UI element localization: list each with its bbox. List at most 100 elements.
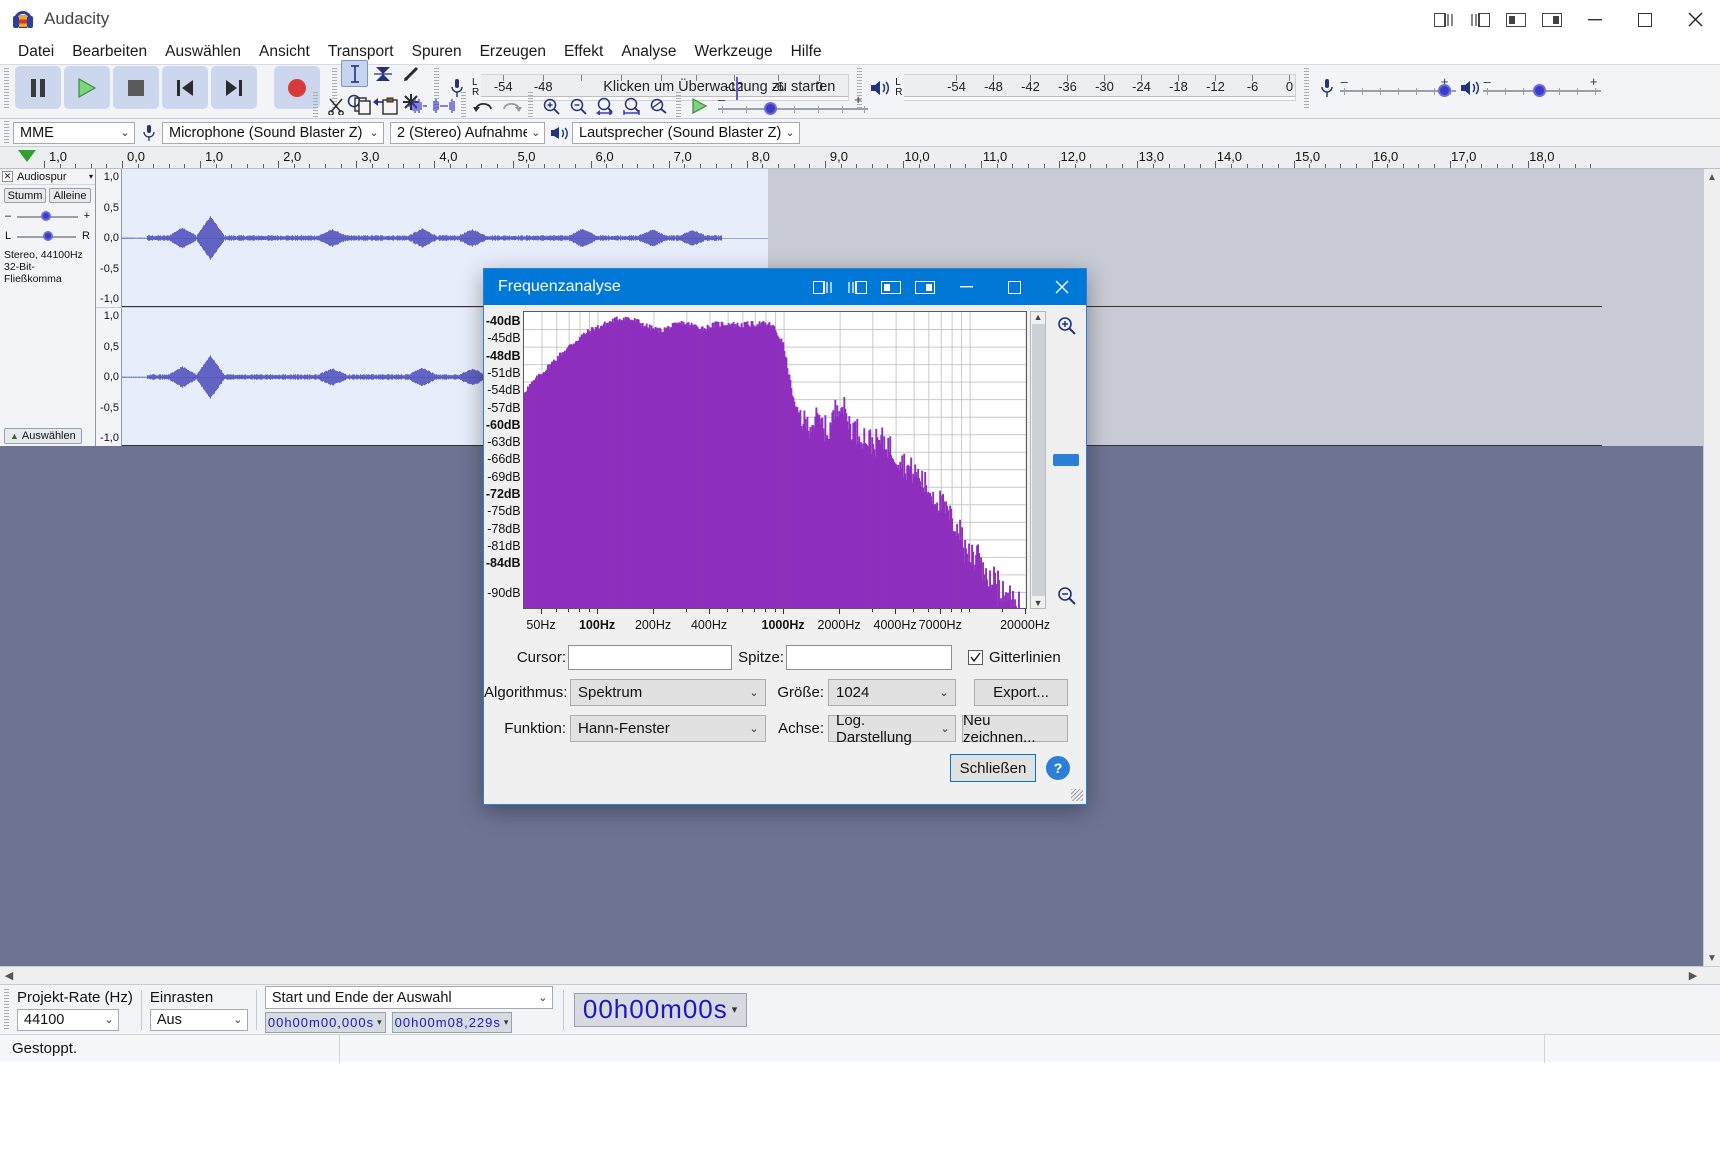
snap-layout-dock-right-icon[interactable] <box>1534 0 1570 39</box>
snap-layout-right-icon[interactable] <box>1462 0 1498 39</box>
menu-item-effekt[interactable]: Effekt <box>555 41 612 63</box>
gain-slider[interactable] <box>17 208 78 224</box>
gridlines-checkbox-box[interactable] <box>968 650 983 665</box>
play-at-speed-icon[interactable] <box>685 92 712 119</box>
scroll-down-arrow-icon[interactable]: ▼ <box>1034 598 1043 608</box>
device-toolbar-grip[interactable] <box>2 120 11 145</box>
vertical-scrollbar[interactable]: ▲ ▼ <box>1703 169 1720 984</box>
trim-audio-icon[interactable] <box>403 92 430 119</box>
undo-icon[interactable] <box>470 92 497 119</box>
cursor-field[interactable] <box>568 645 732 670</box>
recording-device-dropdown[interactable]: Microphone (Sound Blaster Z) ⌄ <box>162 121 384 144</box>
vertical-ruler-right-channel[interactable]: 1,0 0,5 0,0 -0,5 -1,0 <box>96 308 122 446</box>
peak-field[interactable] <box>786 645 952 670</box>
envelope-tool-icon[interactable] <box>369 60 396 87</box>
scroll-left-arrow-icon[interactable]: ◀ <box>0 969 18 982</box>
zoom-toggle-icon[interactable] <box>645 92 672 119</box>
frequency-analysis-dialog[interactable]: Frequenzanalyse -40dB -45dB -48dB -51dB … <box>483 268 1087 805</box>
play-region-indicator-icon[interactable] <box>18 150 36 162</box>
zoom-out-icon[interactable] <box>1054 583 1078 607</box>
algorithm-dropdown[interactable]: Spektrum ⌄ <box>570 679 766 706</box>
window-minimize-button[interactable] <box>1570 0 1620 39</box>
zoom-in-icon[interactable] <box>1054 313 1078 337</box>
snap-layout-left-icon[interactable] <box>806 269 840 305</box>
replot-button[interactable]: Neu zeichnen... <box>962 712 1068 746</box>
paste-icon[interactable] <box>376 92 403 119</box>
chevron-down-icon[interactable]: ▾ <box>732 1003 739 1016</box>
dialog-maximize-button[interactable] <box>990 269 1038 305</box>
dialog-minimize-button[interactable] <box>942 269 990 305</box>
window-close-button[interactable] <box>1670 0 1720 39</box>
axis-dropdown[interactable]: Log. Darstellung ⌄ <box>828 712 956 746</box>
menu-item-erzeugen[interactable]: Erzeugen <box>471 41 555 63</box>
pause-button[interactable] <box>15 66 61 109</box>
audio-position-display[interactable]: 00h00m00s ▾ <box>573 992 748 1027</box>
spectrum-plot[interactable] <box>522 311 1027 609</box>
dialog-resize-grip[interactable] <box>1071 789 1083 801</box>
snap-dropdown[interactable]: Aus ⌄ <box>149 1008 248 1031</box>
menu-item-werkzeuge[interactable]: Werkzeuge <box>685 41 781 63</box>
mute-button[interactable]: Stumm <box>4 188 46 203</box>
export-button[interactable]: Export... <box>974 679 1068 706</box>
selection-tool-icon[interactable] <box>341 60 368 87</box>
snap-layout-right-icon[interactable] <box>840 269 874 305</box>
skip-to-end-button[interactable] <box>211 66 257 109</box>
recording-volume-slider[interactable]: – + <box>1340 74 1457 100</box>
pan-slider[interactable] <box>17 228 77 244</box>
edit-toolbar-grip[interactable] <box>311 92 320 119</box>
plot-zoom-slider[interactable] <box>1053 454 1080 466</box>
dialog-close-button[interactable] <box>1038 269 1086 305</box>
selection-toolbar-grip[interactable] <box>2 988 11 1031</box>
playback-meter-bar[interactable]: -54 -48 -42 -36 -30 -24 -18 -12 -6 0 <box>904 74 1297 101</box>
undo-redo-grip[interactable] <box>459 92 468 119</box>
draw-tool-icon[interactable] <box>397 60 424 87</box>
vertical-ruler-left-channel[interactable]: 1,0 0,5 0,0 -0,5 -1,0 <box>96 169 122 307</box>
stop-button[interactable] <box>113 66 159 109</box>
fit-selection-icon[interactable] <box>591 92 618 119</box>
menu-item-auswhlen[interactable]: Auswählen <box>156 41 250 63</box>
speaker-icon[interactable] <box>866 74 893 101</box>
playback-volume-slider[interactable]: – + <box>1483 74 1602 100</box>
function-dropdown[interactable]: Hann-Fenster ⌄ <box>570 715 766 742</box>
cut-icon[interactable] <box>322 92 349 119</box>
zoom-out-icon[interactable] <box>564 92 591 119</box>
mixer-toolbar-grip[interactable] <box>1302 67 1312 108</box>
snap-layout-dock-left-icon[interactable] <box>874 269 908 305</box>
track-menu-chevron-icon[interactable]: ▾ <box>89 172 93 181</box>
window-maximize-button[interactable] <box>1620 0 1670 39</box>
silence-audio-icon[interactable] <box>430 92 457 119</box>
horizontal-scrollbar[interactable]: ◀ ▶ <box>0 966 1720 984</box>
snap-layout-left-icon[interactable] <box>1426 0 1462 39</box>
transport-toolbar-grip[interactable] <box>2 67 11 108</box>
snap-layout-dock-left-icon[interactable] <box>1498 0 1534 39</box>
redo-icon[interactable] <box>497 92 524 119</box>
playback-meter-toolbar[interactable]: LR -54 -48 -42 -36 -30 -24 -18 -12 -6 0 <box>866 74 1297 101</box>
menu-item-ansicht[interactable]: Ansicht <box>250 41 319 63</box>
menu-item-bearbeiten[interactable]: Bearbeiten <box>63 41 156 63</box>
project-rate-dropdown[interactable]: 44100 ⌄ <box>17 1008 119 1031</box>
close-track-button[interactable]: ✕ <box>2 171 13 182</box>
audio-host-dropdown[interactable]: MME ⌄ <box>13 121 135 144</box>
select-track-button[interactable]: ▲ Auswählen <box>4 428 82 444</box>
zoom-in-icon[interactable] <box>537 92 564 119</box>
menu-item-datei[interactable]: Datei <box>9 41 63 63</box>
chevron-down-icon[interactable]: ▾ <box>377 1017 383 1028</box>
scroll-down-arrow-icon[interactable]: ▼ <box>1704 950 1720 967</box>
fit-project-icon[interactable] <box>618 92 645 119</box>
skip-to-start-button[interactable] <box>162 66 208 109</box>
scroll-right-arrow-icon[interactable]: ▶ <box>1684 969 1702 982</box>
scroll-up-arrow-icon[interactable]: ▲ <box>1034 312 1043 322</box>
recording-channels-dropdown[interactable]: 2 (Stereo) Aufnahmek ⌄ <box>390 121 545 144</box>
plot-vertical-scrollbar[interactable]: ▲ ▼ <box>1029 311 1047 609</box>
size-dropdown[interactable]: 1024 ⌄ <box>828 679 956 706</box>
selection-start-time[interactable]: 00h00m00,000s ▾ <box>264 1012 386 1033</box>
snap-layout-dock-right-icon[interactable] <box>908 269 942 305</box>
menu-item-analyse[interactable]: Analyse <box>612 41 685 63</box>
playback-speed-slider[interactable]: – + <box>718 92 868 118</box>
solo-button[interactable]: Alleine <box>49 188 91 203</box>
close-dialog-button[interactable]: Schließen <box>950 754 1036 782</box>
playback-device-dropdown[interactable]: Lautsprecher (Sound Blaster Z) ⌄ <box>572 121 800 144</box>
selection-end-time[interactable]: 00h00m08,229s ▾ <box>391 1012 513 1033</box>
zoom-tools-grip[interactable] <box>526 92 535 119</box>
scroll-up-arrow-icon[interactable]: ▲ <box>1704 169 1720 186</box>
